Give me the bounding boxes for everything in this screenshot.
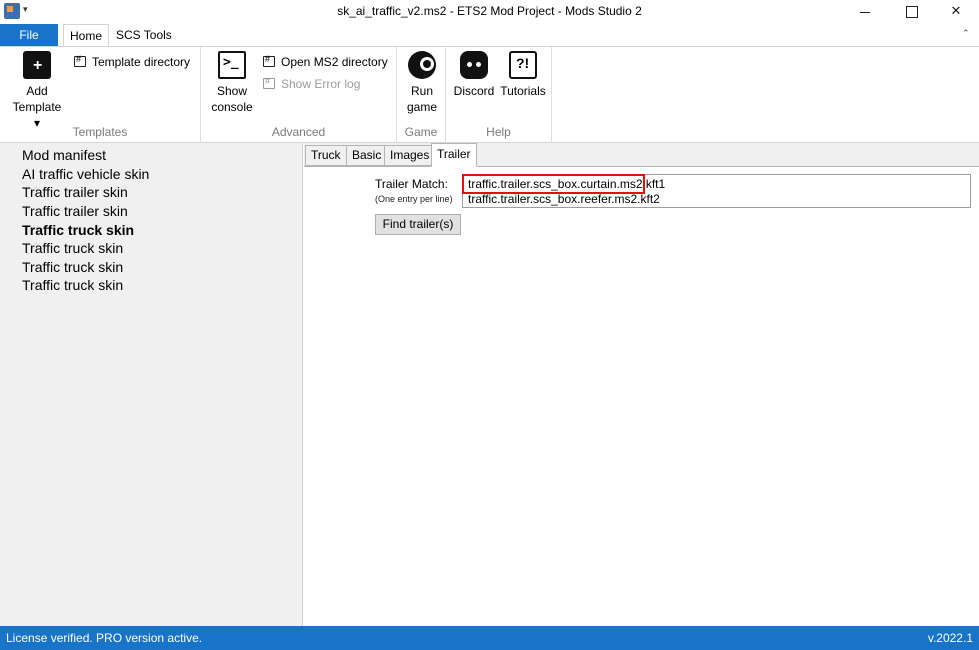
list-item[interactable]: Traffic truck skin: [22, 277, 123, 293]
window-title: sk_ai_traffic_v2.ms2 - ETS2 Mod Project …: [337, 4, 642, 18]
group-label-game: Game: [404, 125, 438, 139]
folder-icon: [74, 54, 86, 67]
folder-icon: [263, 54, 275, 67]
list-item[interactable]: Traffic trailer skin: [22, 203, 128, 219]
show-console-button[interactable]: Show console: [207, 51, 257, 115]
trailer-match-label: Trailer Match:: [375, 177, 448, 191]
trailer-match-hint: (One entry per line): [375, 194, 453, 204]
list-item[interactable]: Traffic truck skin: [22, 240, 123, 256]
group-label-templates: Templates: [72, 125, 128, 139]
tab-file[interactable]: File: [0, 24, 58, 46]
show-error-log-button[interactable]: Show Error log: [263, 76, 360, 91]
discord-button[interactable]: Discord: [452, 51, 496, 99]
list-item[interactable]: AI traffic vehicle skin: [22, 166, 149, 182]
list-item[interactable]: Traffic trailer skin: [22, 184, 128, 200]
run-game-button[interactable]: Run game: [401, 51, 443, 115]
template-directory-button[interactable]: Template directory: [74, 54, 190, 69]
help-group: Discord Tutorials Help: [446, 47, 552, 143]
console-icon: [218, 51, 246, 79]
trailer-match-entry: traffic.trailer.scs_box.reefer.ms2.kft2: [468, 192, 660, 206]
maximize-button[interactable]: [888, 0, 934, 24]
license-status: License verified. PRO version active.: [6, 631, 203, 645]
steam-icon: [408, 51, 436, 79]
tab-basic[interactable]: Basic: [346, 145, 388, 166]
game-group: Run game Game: [397, 47, 446, 143]
list-item[interactable]: Traffic truck skin: [22, 259, 123, 275]
tab-truck[interactable]: Truck: [305, 145, 347, 166]
ribbon-tabs: File Home SCS Tools ⌃: [0, 24, 979, 47]
selection-highlight: [462, 174, 645, 194]
group-label-advanced: Advanced: [271, 125, 326, 139]
templates-group: Add Template ▾ Template directory Templa…: [0, 47, 201, 143]
discord-icon: [460, 51, 488, 79]
tab-scs-tools[interactable]: SCS Tools: [110, 24, 178, 46]
group-label-help: Help: [486, 125, 511, 139]
ribbon-collapse-icon[interactable]: ⌃: [962, 28, 970, 39]
ribbon: Add Template ▾ Template directory Templa…: [0, 46, 979, 143]
trailer-tab-page: Trailer Match: (One entry per line) traf…: [304, 166, 979, 626]
add-template-button[interactable]: Add Template ▾: [8, 51, 66, 131]
tutorials-icon: [509, 51, 537, 79]
tutorials-button[interactable]: Tutorials: [498, 51, 548, 99]
find-trailers-button[interactable]: Find trailer(s): [375, 214, 461, 235]
project-items-list: Mod manifest AI traffic vehicle skin Tra…: [0, 143, 303, 626]
log-icon: [263, 76, 275, 89]
editor-panel: Truck Basic Images Trailer Trailer Match…: [304, 143, 979, 626]
add-template-icon: [23, 51, 51, 79]
minimize-button[interactable]: [842, 0, 888, 24]
close-button[interactable]: ✕: [933, 0, 979, 24]
tab-images[interactable]: Images: [384, 145, 436, 166]
advanced-group: Show console Open MS2 directory Show Err…: [201, 47, 397, 143]
version-label: v.2022.1: [927, 631, 973, 645]
tab-home[interactable]: Home: [63, 24, 110, 47]
open-ms2-directory-button[interactable]: Open MS2 directory: [263, 54, 388, 69]
tab-trailer[interactable]: Trailer: [431, 143, 477, 167]
title-bar: ▾ sk_ai_traffic_v2.ms2 - ETS2 Mod Projec…: [0, 0, 979, 24]
status-bar: License verified. PRO version active. v.…: [0, 626, 979, 650]
list-item[interactable]: Mod manifest: [22, 147, 106, 163]
list-item-selected[interactable]: Traffic truck skin: [22, 222, 134, 238]
